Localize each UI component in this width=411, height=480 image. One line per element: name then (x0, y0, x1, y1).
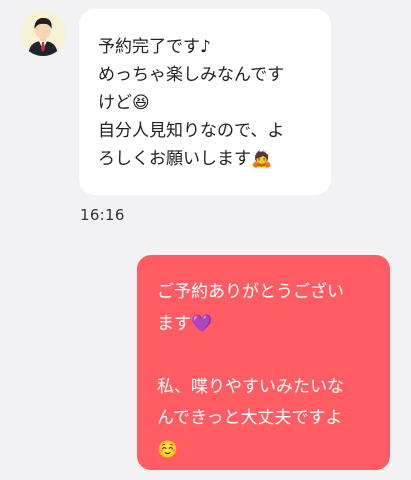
message-line: ます💜 (157, 313, 213, 334)
outgoing-message-bubble[interactable]: ご予約ありがとうござい ます💜 私、喋りやすいみたいな んできっと大丈夫ですよ … (137, 255, 390, 470)
businessman-avatar-icon (28, 17, 58, 56)
message-line: 予約完了です♪ (98, 37, 211, 57)
avatar[interactable] (20, 10, 66, 56)
incoming-message-bubble[interactable]: 予約完了です♪ めっちゃ楽しみなんです けど😆 自分人見知りなので、よ ろしくお… (79, 9, 331, 195)
message-line: けど😆 (98, 93, 150, 113)
message-line: 自分人見知りなので、よ (98, 121, 285, 141)
message-line: ご予約ありがとうござい (157, 282, 344, 302)
message-line: んできっと大丈夫ですよ (157, 408, 343, 428)
message-line: 私、喋りやすいみたいな (157, 376, 344, 397)
message-line: ☺️ (157, 439, 179, 460)
message-line: ろしくお願いします🙇 (98, 149, 273, 169)
message-line: めっちゃ楽しみなんです (98, 65, 285, 85)
chat-view: 予約完了です♪ めっちゃ楽しみなんです けど😆 自分人見知りなので、よ ろしくお… (0, 0, 411, 480)
message-timestamp: 16:16 (80, 206, 125, 224)
